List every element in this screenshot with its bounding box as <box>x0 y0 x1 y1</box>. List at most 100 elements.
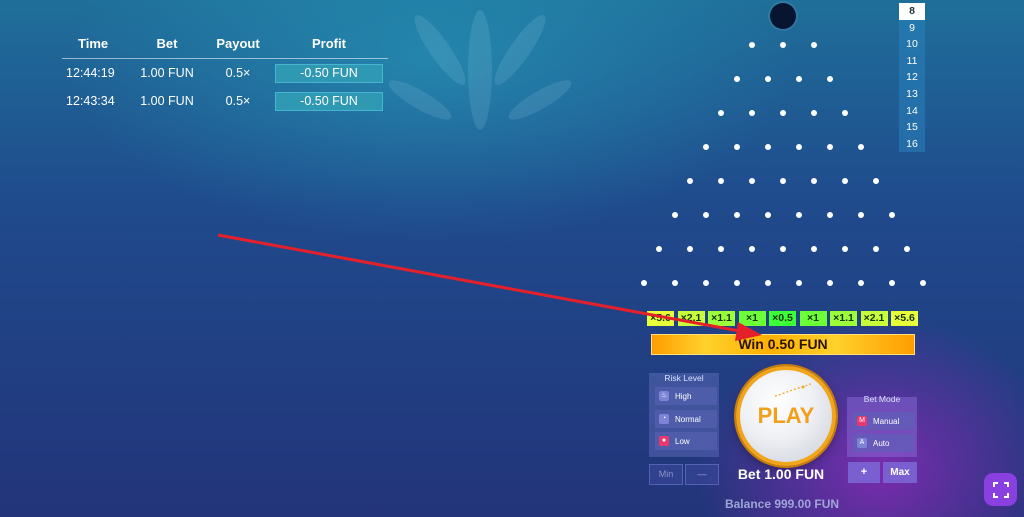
peg <box>749 246 755 252</box>
table-row: 12:44:19 1.00 FUN 0.5× -0.50 FUN <box>62 59 388 87</box>
risk-normal-label: Normal <box>675 414 701 424</box>
rows-option[interactable]: 11 <box>899 53 925 70</box>
header-bet: Bet <box>156 35 178 51</box>
peg <box>764 212 771 218</box>
multiplier-slot: ×1.1 <box>830 311 857 326</box>
peg <box>873 178 879 184</box>
peg <box>888 280 895 286</box>
rows-option[interactable]: 13 <box>899 86 925 103</box>
max-bet-button[interactable]: Max <box>883 462 917 483</box>
peg <box>795 144 802 150</box>
multiplier-slot: ×1 <box>799 311 827 326</box>
fullscreen-button[interactable] <box>984 473 1017 506</box>
cell-time: 12:44:19 <box>66 66 115 80</box>
flame-icon: ♨ <box>659 391 669 401</box>
rows-option[interactable]: 15 <box>899 119 925 136</box>
peg <box>811 42 817 48</box>
risk-normal-option[interactable]: ◔ Normal <box>655 410 717 428</box>
peg <box>857 144 864 150</box>
rows-option[interactable]: 10 <box>899 36 925 53</box>
peg <box>919 280 926 286</box>
drop-icon: ● <box>659 436 669 446</box>
header-payout: Payout <box>216 35 260 51</box>
cell-profit: -0.50 FUN <box>275 63 383 83</box>
peg <box>702 280 709 286</box>
cell-bet: 1.00 FUN <box>140 94 194 108</box>
multiplier-slot: ×1 <box>738 311 766 326</box>
peg <box>888 212 895 218</box>
rows-option[interactable]: 14 <box>899 103 925 120</box>
history-header: Time Bet Payout Profit <box>62 28 388 59</box>
peg <box>687 246 693 252</box>
peg <box>764 144 771 150</box>
increase-bet-button[interactable]: + <box>848 462 880 483</box>
multiplier-slot: ×2.1 <box>677 311 705 326</box>
multiplier-slot: ×5.6 <box>891 311 918 326</box>
cell-time: 12:43:34 <box>66 94 115 108</box>
peg <box>842 178 848 184</box>
peg <box>749 110 755 116</box>
peg <box>904 246 910 252</box>
risk-high-label: High <box>675 391 692 401</box>
peg <box>811 246 817 252</box>
peg <box>733 280 740 286</box>
fullscreen-icon <box>992 481 1009 498</box>
min-bet-button[interactable]: Min <box>649 464 683 485</box>
peg <box>842 246 848 252</box>
cell-bet: 1.00 FUN <box>140 66 194 80</box>
rows-option[interactable]: 9 <box>899 20 925 37</box>
rows-selector[interactable]: 8 9 10 11 12 13 14 15 16 <box>899 3 925 153</box>
peg <box>733 212 740 218</box>
peg <box>718 178 724 184</box>
cell-payout: 0.5× <box>225 66 251 80</box>
peg <box>749 42 755 48</box>
auto-icon: A <box>857 438 867 448</box>
risk-level-panel: Risk Level ♨ High ◔ Normal ● Low <box>649 373 719 457</box>
risk-high-option[interactable]: ♨ High <box>655 387 717 405</box>
peg <box>857 212 864 218</box>
ball-drop-hole <box>770 3 796 29</box>
peg <box>733 144 740 150</box>
peg <box>795 212 802 218</box>
table-row: 12:43:34 1.00 FUN 0.5× -0.50 FUN <box>62 87 388 115</box>
risk-low-option[interactable]: ● Low <box>655 432 717 450</box>
win-banner: Win 0.50 FUN <box>651 334 915 355</box>
peg <box>671 280 678 286</box>
peg <box>826 280 833 286</box>
header-time: Time <box>78 35 109 51</box>
multiplier-slot: ×2.1 <box>860 311 888 326</box>
peg <box>656 246 662 252</box>
gauge-icon: ◔ <box>659 414 669 424</box>
bet-mode-auto-label: Auto <box>873 438 890 448</box>
rows-option[interactable]: 16 <box>899 136 925 153</box>
cell-profit: -0.50 FUN <box>275 91 383 111</box>
peg <box>795 280 802 286</box>
peg <box>811 178 817 184</box>
decorative-leaves <box>388 10 572 130</box>
peg <box>795 76 802 82</box>
bet-amount: Bet 1.00 FUN <box>737 466 825 482</box>
sparkle-icon <box>774 383 812 397</box>
peg <box>826 76 833 82</box>
peg <box>826 144 833 150</box>
peg <box>780 42 786 48</box>
bet-mode-manual-label: Manual <box>873 416 900 426</box>
rows-option[interactable]: 12 <box>899 69 925 86</box>
balance-label: Balance 999.00 FUN <box>724 497 840 511</box>
bet-mode-manual[interactable]: M Manual <box>853 412 915 430</box>
decrease-bet-button[interactable]: — <box>685 464 719 485</box>
peg <box>702 212 709 218</box>
play-button[interactable]: PLAY <box>736 366 836 466</box>
peg <box>764 280 771 286</box>
bet-mode-auto[interactable]: A Auto <box>853 434 915 452</box>
peg <box>733 76 740 82</box>
multiplier-slot: ×0.5 <box>769 311 796 326</box>
peg <box>749 178 755 184</box>
rows-option[interactable]: 8 <box>899 3 925 20</box>
peg <box>826 212 833 218</box>
peg <box>811 110 817 116</box>
peg <box>857 280 864 286</box>
cell-payout: 0.5× <box>225 94 251 108</box>
peg <box>702 144 709 150</box>
peg <box>873 246 879 252</box>
